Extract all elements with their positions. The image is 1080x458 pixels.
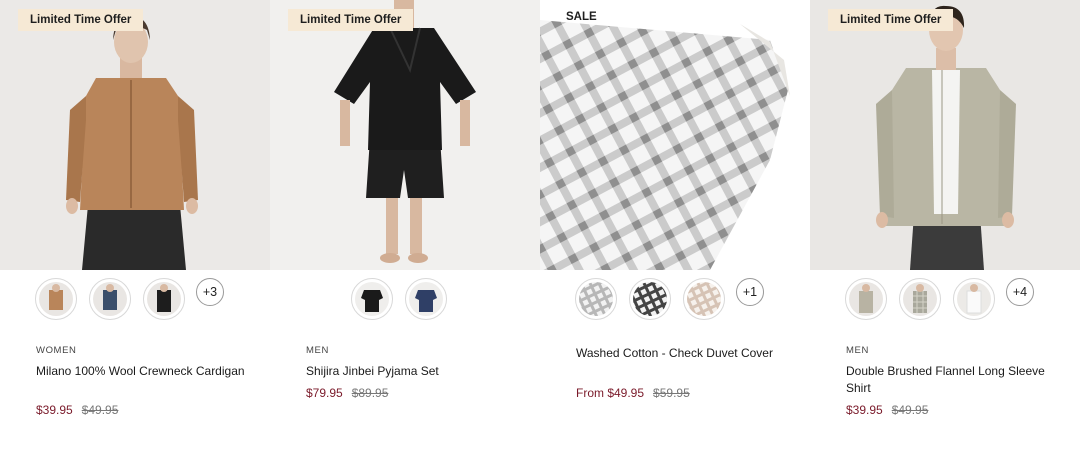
color-swatches: +1 xyxy=(540,278,810,324)
swatch-navy[interactable] xyxy=(405,278,447,320)
color-swatches: +4 xyxy=(810,278,1080,324)
color-swatches: +3 xyxy=(0,278,270,324)
color-swatches xyxy=(270,278,540,324)
product-category: WOMEN xyxy=(36,345,77,356)
limited-offer-badge: Limited Time Offer xyxy=(18,9,144,31)
product-category: MEN xyxy=(306,345,329,356)
limited-offer-badge: Limited Time Offer xyxy=(828,9,954,31)
swatch-black-check[interactable] xyxy=(629,278,671,320)
product-category: MEN xyxy=(846,345,869,356)
sale-price: $39.95 xyxy=(846,403,883,417)
product-name[interactable]: Milano 100% Wool Crewneck Cardigan xyxy=(36,363,246,380)
sale-price: $79.95 xyxy=(306,386,343,400)
original-price: $49.95 xyxy=(891,403,929,417)
more-colors-button[interactable]: +1 xyxy=(736,278,764,306)
swatch-gray-check[interactable] xyxy=(575,278,617,320)
swatch-caramel[interactable] xyxy=(35,278,77,320)
product-name[interactable]: Shijira Jinbei Pyjama Set xyxy=(306,363,516,380)
original-price: $49.95 xyxy=(81,403,119,417)
product-name[interactable]: Washed Cotton - Check Duvet Cover xyxy=(576,345,786,362)
price-row: From $49.95 $59.95 xyxy=(576,386,690,400)
price-row: $39.95 $49.95 xyxy=(36,403,118,417)
original-price: $59.95 xyxy=(653,386,690,400)
swatch-beige[interactable] xyxy=(845,278,887,320)
product-card[interactable]: Limited Time Offer +4 MEN Double Brushed… xyxy=(810,0,1080,458)
product-image[interactable]: SALE xyxy=(540,0,810,270)
swatch-black[interactable] xyxy=(143,278,185,320)
product-image[interactable]: Limited Time Offer xyxy=(810,0,1080,270)
original-price: $89.95 xyxy=(351,386,389,400)
swatch-navy[interactable] xyxy=(89,278,131,320)
sale-price: From $49.95 xyxy=(576,386,645,400)
swatch-gray-check[interactable] xyxy=(899,278,941,320)
more-colors-button[interactable]: +4 xyxy=(1006,278,1034,306)
more-colors-button[interactable]: +3 xyxy=(196,278,224,306)
price-row: $79.95 $89.95 xyxy=(306,386,388,400)
product-card[interactable]: Limited Time Offer MEN Shijira Jinbei Py… xyxy=(270,0,540,458)
swatch-black[interactable] xyxy=(351,278,393,320)
sale-price: $39.95 xyxy=(36,403,73,417)
product-grid: Limited Time Offer +3 WOMEN Milano 100% … xyxy=(0,0,1080,458)
swatch-white[interactable] xyxy=(953,278,995,320)
product-card[interactable]: SALE +1 Washed Cotton - Check Duvet Cove… xyxy=(540,0,810,458)
product-card[interactable]: Limited Time Offer +3 WOMEN Milano 100% … xyxy=(0,0,270,458)
product-image[interactable]: Limited Time Offer xyxy=(270,0,540,270)
product-image[interactable]: Limited Time Offer xyxy=(0,0,270,270)
product-name[interactable]: Double Brushed Flannel Long Sleeve Shirt xyxy=(846,363,1056,397)
sale-badge: SALE xyxy=(566,11,597,23)
swatch-beige-check[interactable] xyxy=(683,278,725,320)
price-row: $39.95 $49.95 xyxy=(846,403,928,417)
limited-offer-badge: Limited Time Offer xyxy=(288,9,414,31)
